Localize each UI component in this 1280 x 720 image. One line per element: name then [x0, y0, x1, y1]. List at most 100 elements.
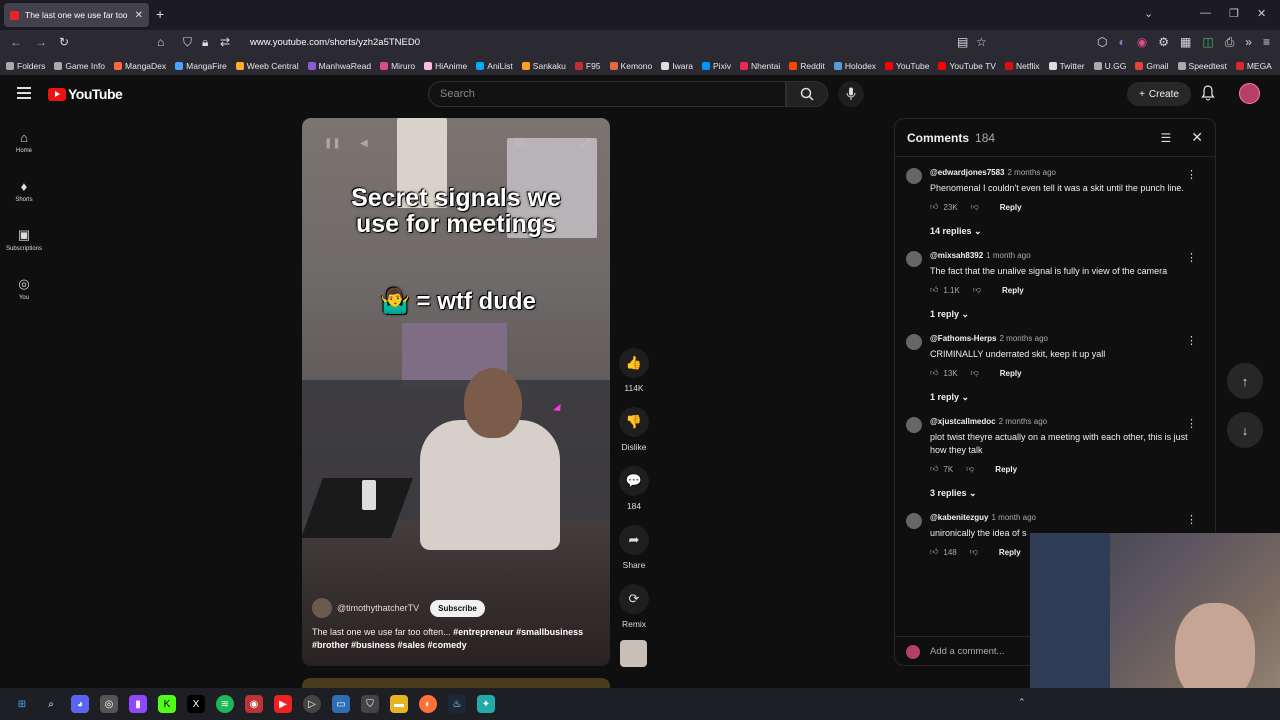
bookmark-item[interactable]: Reddit [789, 61, 825, 71]
extension-icon[interactable]: ◐ [1119, 35, 1126, 50]
thumbs-down-icon[interactable]: 👎︎ [971, 202, 979, 212]
kick-icon[interactable]: K [158, 695, 176, 713]
search-input[interactable] [429, 82, 785, 106]
view-replies-button[interactable]: 14 replies ⌄ [930, 226, 1203, 241]
channel-avatar[interactable] [312, 598, 332, 618]
extension-icon[interactable]: ⎙ [1225, 35, 1235, 50]
extension-icon[interactable]: ◫ [1202, 35, 1213, 50]
video-description[interactable]: The last one we use far too often... #en… [312, 626, 602, 652]
steam-icon[interactable]: ♨ [448, 695, 466, 713]
thumbs-up-icon[interactable]: 👍︎ [930, 285, 938, 295]
app-menu-icon[interactable]: ≡ [1263, 35, 1270, 50]
forward-button[interactable]: → [35, 35, 47, 49]
shield-icon[interactable]: ⛉ [183, 35, 192, 50]
bookmark-item[interactable]: Twitter [1048, 61, 1085, 71]
thumbs-down-icon[interactable]: 👎︎ [970, 547, 978, 557]
youtube-logo[interactable]: YouTube [48, 86, 123, 102]
account-avatar[interactable] [1239, 83, 1260, 104]
comment-avatar[interactable] [906, 168, 922, 184]
youtube-icon[interactable]: ▶ [274, 695, 292, 713]
comments-button[interactable]: 💬 [619, 466, 649, 496]
comment-author[interactable]: @xjustcallmedoc [930, 417, 996, 426]
reply-button[interactable]: Reply [995, 465, 1017, 474]
bookmark-item[interactable]: F95 [574, 61, 601, 71]
bookmark-item[interactable]: Gmail [1135, 61, 1169, 71]
create-button[interactable]: + Create [1127, 82, 1191, 106]
bookmark-item[interactable]: YouTube TV [938, 61, 996, 71]
bookmark-item[interactable]: MangaDex [114, 61, 166, 71]
subscribe-button[interactable]: Subscribe [430, 599, 485, 617]
thumbs-up-icon[interactable]: 👍︎ [930, 368, 938, 378]
app-icon[interactable]: ◉ [245, 695, 263, 713]
more-options-icon[interactable]: ⋮ [1186, 334, 1197, 347]
reader-view-icon[interactable]: ▤ [957, 35, 968, 49]
dislike-button[interactable]: 👎 [619, 407, 649, 437]
security-icon[interactable]: ⛉ [361, 695, 379, 713]
bookmark-item[interactable]: YouTube [885, 61, 929, 71]
pause-icon[interactable]: ❚❚ [324, 138, 341, 149]
bookmark-item[interactable]: Folders [6, 61, 45, 71]
comment-author[interactable]: @Fathoms-Herps [930, 334, 996, 343]
sort-icon[interactable]: ☰ [1161, 131, 1172, 145]
bookmark-item[interactable]: Game Info [54, 61, 105, 71]
sound-thumbnail[interactable] [620, 640, 647, 667]
close-tab-icon[interactable]: ✕ [135, 10, 143, 21]
previous-short-button[interactable]: ↑ [1227, 363, 1263, 399]
browser-tab-active[interactable]: The last one we use far too ✕ [4, 3, 149, 27]
comment-avatar[interactable] [906, 251, 922, 267]
back-button[interactable]: ← [10, 35, 22, 49]
reply-button[interactable]: Reply [1002, 286, 1024, 295]
extension-icon[interactable]: ▦ [1180, 35, 1191, 50]
share-button[interactable]: ➦ [619, 525, 649, 555]
tab-list-chevron-icon[interactable]: ⌄ [1144, 7, 1153, 20]
close-icon[interactable]: ✕ [1191, 129, 1203, 146]
permissions-icon[interactable]: ⇄ [220, 35, 230, 49]
extension-icon[interactable]: ⚙ [1158, 35, 1169, 50]
short-video-player[interactable]: ❚❚ ◀ CC ⋮ ⤢ Secret signals we use for me… [302, 118, 610, 666]
bookmark-item[interactable]: U.GG [1093, 61, 1126, 71]
comment-avatar[interactable] [906, 334, 922, 350]
captions-icon[interactable]: CC [515, 138, 527, 147]
discord-icon[interactable]: ◕ [71, 695, 89, 713]
home-button[interactable]: ⌂ [157, 35, 164, 49]
thumbs-down-icon[interactable]: 👎︎ [966, 464, 974, 474]
bookmark-item[interactable]: Netflix [1004, 61, 1040, 71]
thumbs-up-icon[interactable]: 👍︎ [930, 547, 938, 557]
comment-author[interactable]: @kabenitezguy [930, 513, 988, 522]
more-options-icon[interactable]: ⋮ [551, 138, 561, 149]
minimize-button[interactable]: — [1200, 7, 1211, 19]
address-bar[interactable]: www.youtube.com/shorts/yzh2a5TNED0 [250, 37, 420, 48]
firefox-icon[interactable]: ◐ [419, 695, 437, 713]
thumbs-up-icon[interactable]: 👍︎ [930, 464, 938, 474]
tray-chevron-icon[interactable]: ⌃ [1018, 697, 1026, 708]
sidebar-item-shorts[interactable]: ♦ Shorts [0, 166, 48, 215]
hamburger-menu-icon[interactable] [17, 87, 31, 102]
next-short-button[interactable]: ↓ [1227, 412, 1263, 448]
search-button[interactable] [786, 81, 828, 107]
extensions-icon[interactable]: ⬡ [1097, 35, 1107, 50]
volume-icon[interactable]: ◀ [360, 138, 368, 149]
search-icon[interactable]: ⌕ [42, 695, 60, 713]
bookmark-item[interactable]: AniList [476, 61, 513, 71]
sidebar-item-you[interactable]: ◎ You [0, 264, 48, 313]
channel-name[interactable]: @timothythatcherTV [337, 603, 419, 613]
media-player-icon[interactable]: ▷ [303, 695, 321, 713]
voice-search-button[interactable] [838, 81, 864, 107]
bookmark-item[interactable]: MangaFire [175, 61, 227, 71]
reply-button[interactable]: Reply [999, 548, 1021, 557]
comment-avatar[interactable] [906, 513, 922, 529]
bookmark-item[interactable]: Holodex [833, 61, 876, 71]
maximize-button[interactable]: ❐ [1229, 7, 1239, 20]
bookmark-star-icon[interactable]: ☆ [976, 35, 987, 49]
bookmark-item[interactable]: Miruro [380, 61, 415, 71]
like-button[interactable]: 👍 [619, 348, 649, 378]
notifications-button[interactable] [1201, 85, 1215, 106]
start-menu-icon[interactable]: ⊞ [13, 695, 31, 713]
x-icon[interactable]: X [187, 695, 205, 713]
app-icon[interactable]: ✦ [477, 695, 495, 713]
more-options-icon[interactable]: ⋮ [1186, 417, 1197, 430]
reply-button[interactable]: Reply [1000, 203, 1022, 212]
reload-button[interactable]: ↻ [59, 35, 69, 49]
chrome-icon[interactable]: ◎ [100, 695, 118, 713]
view-replies-button[interactable]: 1 reply ⌄ [930, 309, 1203, 324]
